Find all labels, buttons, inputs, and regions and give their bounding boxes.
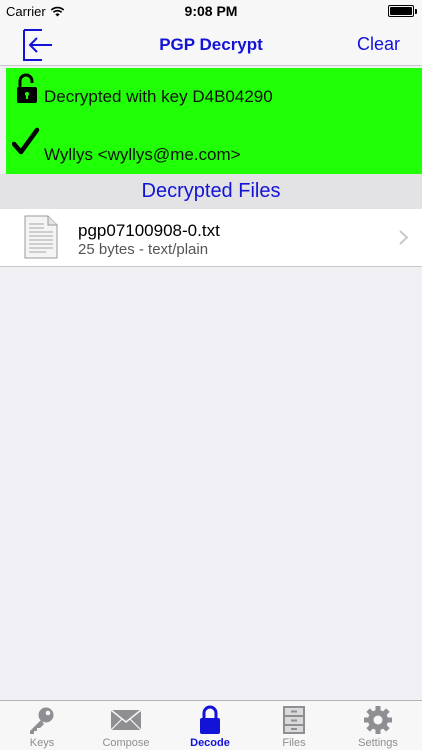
key-status-row: Decrypted with key D4B04290 bbox=[6, 73, 422, 113]
tab-decode[interactable]: Decode bbox=[168, 701, 252, 750]
tab-bar: Keys Compose Decode Files Settings bbox=[0, 700, 422, 750]
checkmark-icon bbox=[12, 127, 40, 155]
key-status-text: Decrypted with key D4B04290 bbox=[44, 87, 273, 106]
section-header: Decrypted Files bbox=[0, 174, 422, 209]
document-icon bbox=[24, 215, 58, 259]
clear-button[interactable]: Clear bbox=[357, 34, 400, 55]
status-time: 9:08 PM bbox=[184, 3, 238, 19]
padlock-icon bbox=[200, 705, 220, 734]
tab-compose[interactable]: Compose bbox=[84, 701, 168, 750]
chevron-right-icon bbox=[399, 230, 408, 245]
tab-files[interactable]: Files bbox=[252, 701, 336, 750]
signer-status-text: Wyllys <wyllys@me.com> bbox=[44, 145, 241, 164]
tab-compose-label: Compose bbox=[102, 737, 150, 749]
unlocked-padlock-icon bbox=[17, 73, 37, 103]
gear-icon bbox=[364, 706, 392, 734]
battery-icon bbox=[388, 5, 417, 17]
tab-settings[interactable]: Settings bbox=[336, 701, 420, 750]
signer-status-row: Wyllys <wyllys@me.com> bbox=[6, 125, 422, 165]
list-item[interactable]: pgp07100908-0.txt 25 bytes - text/plain bbox=[0, 209, 422, 267]
envelope-icon bbox=[111, 709, 141, 731]
decryption-status-panel: Decrypted with key D4B04290 Wyllys <wyll… bbox=[6, 68, 422, 174]
tab-keys-label: Keys bbox=[29, 737, 55, 749]
navigation-bar: PGP Decrypt Clear bbox=[0, 22, 422, 66]
tab-keys[interactable]: Keys bbox=[0, 701, 84, 750]
file-meta: 25 bytes - text/plain bbox=[78, 241, 209, 258]
tab-decode-label: Decode bbox=[190, 737, 230, 749]
key-icon bbox=[30, 707, 54, 734]
status-bar: Carrier 9:08 PM bbox=[0, 0, 422, 22]
tab-files-label: Files bbox=[282, 737, 306, 749]
tab-settings-label: Settings bbox=[358, 737, 398, 749]
file-name: pgp07100908-0.txt bbox=[78, 221, 220, 240]
file-cabinet-icon bbox=[283, 706, 305, 734]
